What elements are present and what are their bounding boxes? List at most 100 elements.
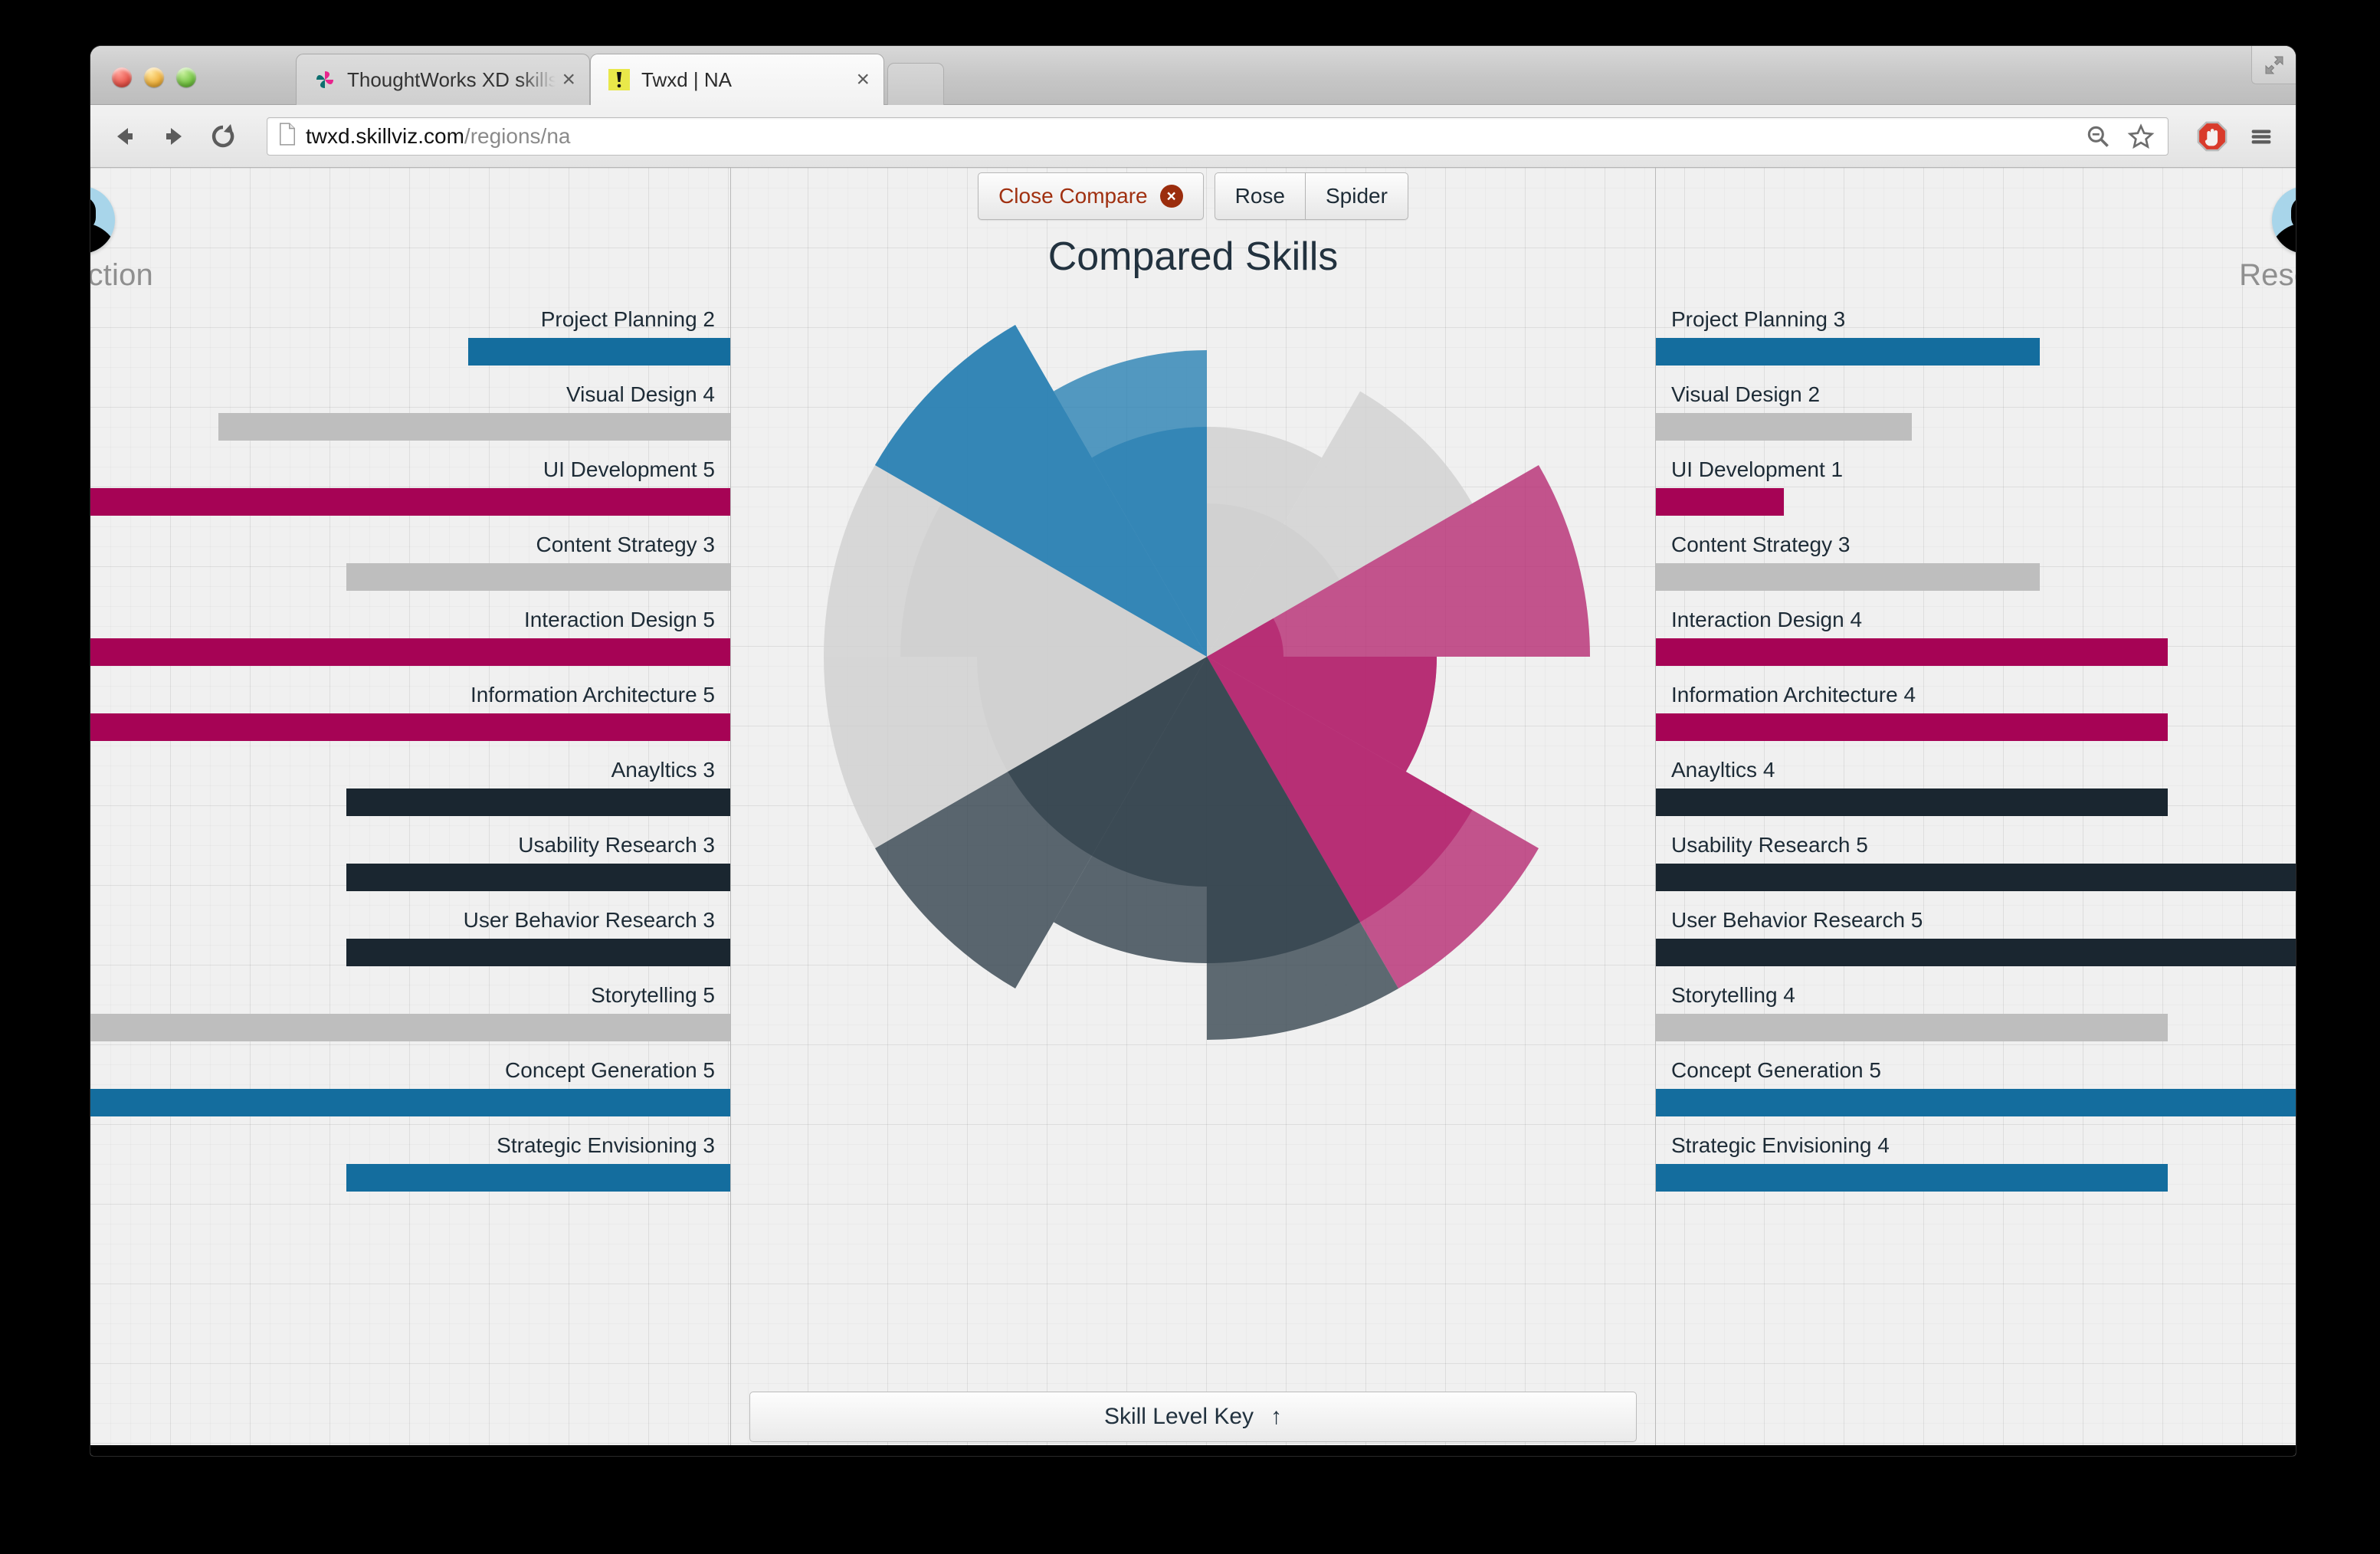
zoom-out-icon[interactable] (2082, 120, 2114, 152)
chart-view-toggle: Rose Spider (1214, 172, 1408, 220)
close-compare-button[interactable]: Close Compare × (978, 172, 1204, 220)
address-bar[interactable]: twxd.skillviz.com/regions/na (267, 116, 2169, 156)
skill-level-key-label: Skill Level Key (1103, 1404, 1254, 1429)
window-minimize-button[interactable] (144, 67, 164, 87)
skill-row[interactable]: Storytelling 4 (1656, 982, 2296, 1057)
skill-row[interactable]: Visual Design 2 (1656, 381, 2296, 456)
skill-row[interactable]: Information Architecture 5 (90, 681, 730, 756)
arrow-up-icon: ↑ (1270, 1404, 1283, 1429)
skill-row[interactable]: User Behavior Research 3 (90, 906, 730, 982)
skill-label: Concept Generation 5 (505, 1058, 715, 1082)
skill-bar (346, 939, 730, 966)
skill-label: Information Architecture 5 (470, 683, 715, 707)
skill-bar (346, 563, 730, 591)
window-close-button[interactable] (112, 67, 132, 87)
skill-row[interactable]: Project Planning 2 (90, 306, 730, 381)
skill-row[interactable]: Content Strategy 3 (1656, 531, 2296, 606)
tab-title: ThoughtWorks XD skills vis (347, 67, 556, 91)
skill-label: UI Development 1 (1671, 457, 1844, 481)
skill-label: Interaction Design 4 (1671, 608, 1863, 631)
skill-row[interactable]: Project Planning 3 (1656, 306, 2296, 381)
skill-bar (218, 413, 730, 441)
tab-rose-view[interactable]: Rose (1214, 172, 1306, 220)
skill-row[interactable]: Strategic Envisioning 3 (90, 1132, 730, 1207)
skill-bar (1656, 1089, 2296, 1116)
tab-title: Twxd | NA (641, 67, 733, 91)
tab-strip: ThoughtWorks XD skills vis × Twxd | NA × (90, 46, 2296, 105)
skill-row[interactable]: UI Development 1 (1656, 456, 2296, 531)
tab-spider-view[interactable]: Spider (1305, 172, 1408, 220)
forward-button[interactable] (158, 120, 190, 152)
browser-toolbar: twxd.skillviz.com/regions/na (90, 105, 2296, 168)
reload-button[interactable] (207, 120, 239, 152)
rose-label: Rose (1234, 184, 1285, 208)
skill-label: Strategic Envisioning 3 (497, 1133, 715, 1157)
skill-label: Information Architecture 4 (1671, 683, 1916, 707)
skill-label: Usability Research 3 (518, 833, 715, 857)
skill-row[interactable]: Storytelling 5 (90, 982, 730, 1057)
skill-level-key-bar[interactable]: Skill Level Key ↑ (749, 1392, 1637, 1442)
skill-label: User Behavior Research 3 (463, 908, 715, 932)
skill-label: Visual Design 2 (1671, 382, 1821, 406)
maximize-icon[interactable] (2251, 46, 2296, 84)
skill-row[interactable]: Interaction Design 5 (90, 606, 730, 681)
browser-window: ThoughtWorks XD skills vis × Twxd | NA × (90, 46, 2296, 1456)
skill-row[interactable]: Anayltics 4 (1656, 756, 2296, 831)
skill-label: Anayltics 3 (611, 758, 715, 782)
skill-row[interactable]: Strategic Envisioning 4 (1656, 1132, 2296, 1207)
skill-row[interactable]: Information Architecture 4 (1656, 681, 2296, 756)
spider-label: Spider (1325, 184, 1388, 208)
rose-chart[interactable] (772, 267, 1615, 1141)
skill-label: Usability Research 5 (1671, 833, 1868, 857)
page-document-icon (278, 123, 297, 149)
skill-row[interactable]: Content Strategy 3 (90, 531, 730, 606)
skill-row[interactable]: Concept Generation 5 (1656, 1057, 2296, 1132)
skill-label: Interaction Design 5 (523, 608, 715, 631)
skill-row[interactable]: Usability Research 5 (1656, 831, 2296, 906)
skill-row[interactable]: User Behavior Research 5 (1656, 906, 2296, 982)
url-text: twxd.skillviz.com/regions/na (306, 124, 570, 149)
skill-row[interactable]: Concept Generation 5 (90, 1057, 730, 1132)
tab-close-icon[interactable]: × (562, 68, 575, 91)
skill-row[interactable]: Visual Design 4 (90, 381, 730, 456)
right-panel-header: Research (1985, 186, 2296, 293)
skill-bar (90, 1014, 730, 1041)
back-button[interactable] (109, 120, 141, 152)
left-panel-header: Interaction (90, 186, 401, 293)
tab-close-icon[interactable]: × (856, 68, 870, 91)
window-zoom-button[interactable] (176, 67, 196, 87)
browser-tab-1[interactable]: ThoughtWorks XD skills vis × (296, 54, 590, 105)
skill-bar (1656, 788, 2168, 816)
skill-bar (1656, 713, 2168, 741)
skill-row[interactable]: Anayltics 3 (90, 756, 730, 831)
skill-bar (90, 488, 730, 516)
skill-label: Storytelling 4 (1671, 983, 1795, 1007)
new-tab-button[interactable] (887, 63, 944, 105)
adblock-icon[interactable] (2196, 120, 2228, 152)
url-domain: twxd.skillviz.com (306, 123, 464, 148)
skill-bar (346, 1164, 730, 1192)
chrome-menu-icon[interactable] (2245, 120, 2277, 152)
right-compare-panel: Research Project Planning 3 Visual Design… (1655, 168, 2296, 1456)
left-panel-name: Interaction (90, 258, 153, 292)
omnibox-actions (2082, 120, 2157, 152)
chart-controls: Close Compare × Rose Spider (731, 172, 1655, 220)
skill-label: User Behavior Research 5 (1671, 908, 1923, 932)
skill-label: Project Planning 2 (540, 307, 715, 331)
right-skill-list: Project Planning 3 Visual Design 2 UI Deve… (1656, 306, 2296, 1207)
skill-bar (1656, 864, 2296, 891)
bookmark-star-icon[interactable] (2125, 120, 2157, 152)
skill-bar (90, 1089, 730, 1116)
skill-bar (90, 638, 730, 666)
left-compare-panel: Interaction Project Planning 2 Visual Des… (90, 168, 731, 1456)
skill-bar (1656, 413, 1912, 441)
close-icon[interactable]: × (1159, 185, 1183, 208)
skill-label: Visual Design 4 (565, 382, 715, 406)
skill-row[interactable]: Interaction Design 4 (1656, 606, 2296, 681)
skill-bar (1656, 488, 1784, 516)
skill-row[interactable]: UI Development 5 (90, 456, 730, 531)
browser-tab-2[interactable]: Twxd | NA × (590, 54, 884, 105)
skill-row[interactable]: Usability Research 3 (90, 831, 730, 906)
skill-bar (467, 338, 730, 366)
skill-bar (1656, 1014, 2168, 1041)
